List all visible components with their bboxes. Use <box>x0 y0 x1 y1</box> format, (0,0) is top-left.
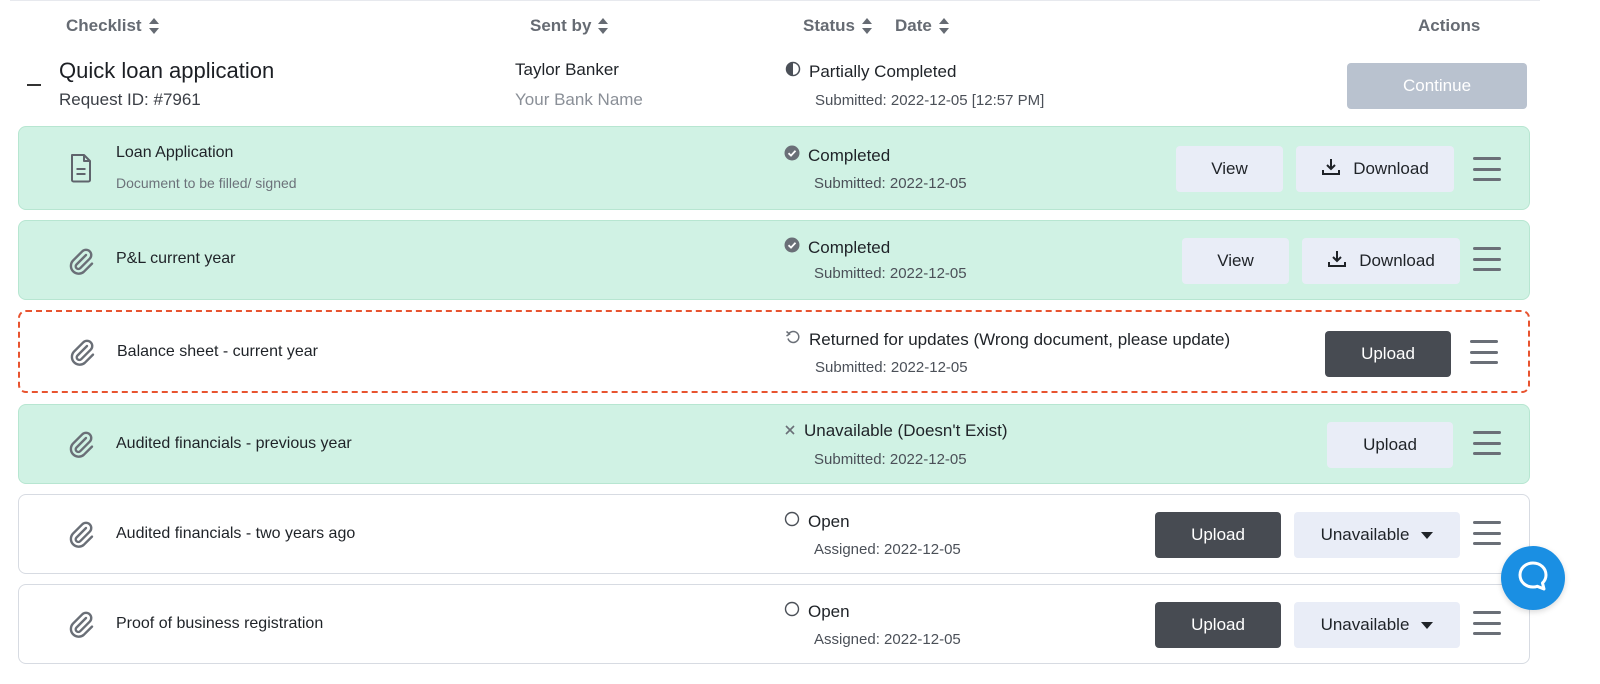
item-name: Audited financials - two years ago <box>116 525 356 542</box>
request-submitted: Submitted: 2022-12-05 [12:57 PM] <box>815 92 1045 109</box>
item-status: Completed <box>784 145 890 166</box>
checklist-page: Checklist Sent by Status Date Actions Qu… <box>0 0 1600 684</box>
view-button[interactable]: View <box>1182 238 1289 284</box>
download-label: Download <box>1359 251 1435 270</box>
caret-down-icon <box>1421 621 1434 629</box>
row-menu-icon[interactable] <box>1473 157 1501 181</box>
item-name: Loan Application <box>116 144 234 161</box>
item-status-label: Unavailable (Doesn't Exist) <box>804 421 1008 440</box>
unavailable-dropdown[interactable]: Unavailable <box>1294 602 1460 648</box>
item-status-label: Completed <box>808 237 891 257</box>
item-date: Submitted: 2022-12-05 <box>814 175 967 192</box>
request-title: Quick loan application <box>59 58 275 83</box>
column-checklist-label: Checklist <box>66 16 142 35</box>
item-status-label: Returned for updates (Wrong document, pl… <box>809 329 1231 349</box>
upload-button[interactable]: Upload <box>1155 512 1281 558</box>
download-icon <box>1327 250 1347 273</box>
chat-button[interactable] <box>1501 546 1565 610</box>
view-button[interactable]: View <box>1176 146 1283 192</box>
item-name: Balance sheet - current year <box>117 343 318 360</box>
download-label: Download <box>1353 159 1429 178</box>
item-date: Assigned: 2022-12-05 <box>814 541 961 558</box>
column-sent-by[interactable]: Sent by <box>530 16 609 36</box>
download-button[interactable]: Download <box>1302 238 1460 284</box>
check-circle-icon <box>784 237 800 258</box>
column-checklist[interactable]: Checklist <box>66 16 160 36</box>
upload-button[interactable]: Upload <box>1327 422 1453 468</box>
document-icon <box>67 153 95 183</box>
request-id: Request ID: #7961 <box>59 90 201 109</box>
unavailable-dropdown[interactable]: Unavailable <box>1294 512 1460 558</box>
table-header: Checklist Sent by Status Date Actions <box>10 0 1540 52</box>
column-status-label: Status <box>803 16 855 35</box>
column-status[interactable]: Status <box>803 16 873 36</box>
item-status: Unavailable (Doesn't Exist) <box>784 421 1008 441</box>
paperclip-icon <box>67 429 95 459</box>
request-status-label: Partially Completed <box>809 61 957 81</box>
item-date: Submitted: 2022-12-05 <box>814 451 967 468</box>
unavailable-label: Unavailable <box>1320 615 1410 634</box>
checklist-item-audited-previous-year: Audited financials - previous year Unava… <box>18 404 1530 484</box>
collapse-toggle[interactable] <box>27 84 41 86</box>
half-circle-icon <box>785 61 801 82</box>
request-status: Partially Completed <box>785 61 956 82</box>
checklist-item-balance-sheet: Balance sheet - current year Returned fo… <box>18 310 1530 393</box>
item-name: P&L current year <box>116 250 236 267</box>
x-icon <box>784 421 796 441</box>
item-name: Audited financials - previous year <box>116 435 352 452</box>
paperclip-icon <box>68 337 96 367</box>
item-subtitle: Document to be filled/ signed <box>116 175 297 191</box>
sort-icon[interactable] <box>148 17 160 35</box>
checklist-item-business-registration: Proof of business registration Open Assi… <box>18 584 1530 664</box>
item-status-label: Open <box>808 601 850 621</box>
row-menu-icon[interactable] <box>1470 340 1498 364</box>
empty-circle-icon <box>784 511 800 532</box>
item-status: Open <box>784 511 850 532</box>
item-status: Returned for updates (Wrong document, pl… <box>785 329 1230 350</box>
paperclip-icon <box>67 246 95 276</box>
sort-icon[interactable] <box>861 17 873 35</box>
column-date-label: Date <box>895 16 932 35</box>
paperclip-icon <box>67 519 95 549</box>
column-date[interactable]: Date <box>895 16 950 36</box>
empty-circle-icon <box>784 601 800 622</box>
item-date: Submitted: 2022-12-05 <box>815 359 968 376</box>
item-status: Completed <box>784 237 890 258</box>
column-sent-by-label: Sent by <box>530 16 592 35</box>
item-status-label: Completed <box>808 145 891 165</box>
upload-button[interactable]: Upload <box>1325 331 1451 377</box>
sender-org: Your Bank Name <box>515 90 643 109</box>
row-menu-icon[interactable] <box>1473 521 1501 545</box>
checklist-item-audited-two-years-ago: Audited financials - two years ago Open … <box>18 494 1530 574</box>
item-status-label: Open <box>808 511 850 531</box>
sender-name: Taylor Banker <box>515 60 619 79</box>
item-name: Proof of business registration <box>116 615 324 632</box>
download-icon <box>1321 158 1341 181</box>
caret-down-icon <box>1421 531 1434 539</box>
unavailable-label: Unavailable <box>1320 525 1410 544</box>
checklist-item-pl-current-year: P&L current year Completed Submitted: 20… <box>18 220 1530 300</box>
chat-bubble-icon <box>1515 558 1551 599</box>
sort-icon[interactable] <box>938 17 950 35</box>
check-circle-icon <box>784 145 800 166</box>
item-date: Submitted: 2022-12-05 <box>814 265 967 282</box>
checklist-item-loan-application: Loan Application Document to be filled/ … <box>18 126 1530 210</box>
download-button[interactable]: Download <box>1296 146 1454 192</box>
row-menu-icon[interactable] <box>1473 247 1501 271</box>
column-actions-label: Actions <box>1418 16 1481 35</box>
row-menu-icon[interactable] <box>1473 611 1501 635</box>
item-status: Open <box>784 601 850 622</box>
item-date: Assigned: 2022-12-05 <box>814 631 961 648</box>
undo-icon <box>785 329 801 350</box>
row-menu-icon[interactable] <box>1473 431 1501 455</box>
sort-icon[interactable] <box>597 17 609 35</box>
upload-button[interactable]: Upload <box>1155 602 1281 648</box>
continue-button[interactable]: Continue <box>1347 63 1527 109</box>
paperclip-icon <box>67 609 95 639</box>
column-actions: Actions <box>1418 16 1480 36</box>
